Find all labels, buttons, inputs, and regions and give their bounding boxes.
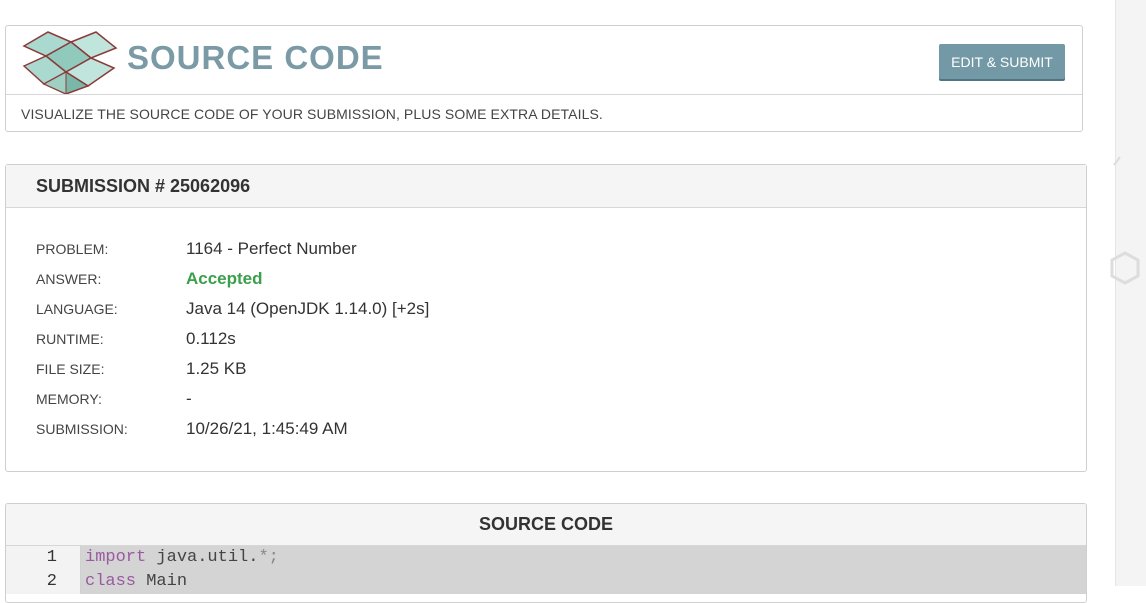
detail-row-language: LANGUAGE: Java 14 (OpenJDK 1.14.0) [+2s] bbox=[6, 297, 1086, 327]
source-code-title: SOURCE CODE bbox=[478, 514, 613, 534]
line-content: import java.util.*; bbox=[81, 546, 1086, 570]
code-line: 2 class Main bbox=[6, 570, 1086, 594]
problem-value: 1164 - Perfect Number bbox=[186, 239, 357, 258]
header-panel: SOURCE CODE EDIT & SUBMIT VISUALIZE THE … bbox=[5, 25, 1083, 132]
code-line: 1 import java.util.*; bbox=[6, 546, 1086, 570]
submission-date-label: SUBMISSION: bbox=[36, 421, 128, 437]
submission-panel: SUBMISSION # 25062096 PROBLEM: 1164 - Pe… bbox=[5, 164, 1087, 472]
submission-header: SUBMISSION # 25062096 bbox=[6, 165, 1086, 208]
line-content: class Main bbox=[81, 570, 1086, 594]
answer-label: ANSWER: bbox=[36, 271, 102, 287]
edit-and-submit-button[interactable]: EDIT & SUBMIT bbox=[939, 44, 1065, 79]
hexagon-icon bbox=[1110, 251, 1140, 285]
runtime-value: 0.112s bbox=[186, 329, 236, 348]
submission-date-value: 10/26/21, 1:45:49 AM bbox=[186, 419, 348, 438]
code-punctuation: *; bbox=[258, 548, 279, 567]
submission-title: SUBMISSION # 25062096 bbox=[36, 176, 251, 196]
answer-status-badge: Accepted bbox=[186, 269, 263, 288]
detail-row-problem: PROBLEM: 1164 - Perfect Number bbox=[6, 237, 1086, 267]
file-size-label: FILE SIZE: bbox=[36, 361, 105, 377]
problem-label: PROBLEM: bbox=[36, 241, 109, 257]
box-icon bbox=[22, 31, 118, 94]
line-number: 2 bbox=[6, 570, 81, 594]
language-label: LANGUAGE: bbox=[36, 301, 118, 317]
page-title: SOURCE CODE bbox=[127, 39, 384, 76]
code-text: java.util. bbox=[146, 548, 259, 567]
runtime-label: RUNTIME: bbox=[36, 331, 104, 347]
memory-label: MEMORY: bbox=[36, 391, 102, 407]
detail-row-answer: ANSWER: Accepted bbox=[6, 267, 1086, 297]
gutter-tick-icon bbox=[1113, 156, 1121, 166]
line-number: 1 bbox=[6, 546, 81, 570]
detail-row-memory: MEMORY: - bbox=[6, 387, 1086, 417]
detail-row-runtime: RUNTIME: 0.112s bbox=[6, 327, 1086, 357]
page-description: VISUALIZE THE SOURCE CODE OF YOUR SUBMIS… bbox=[21, 106, 603, 122]
detail-row-file-size: FILE SIZE: 1.25 KB bbox=[6, 357, 1086, 387]
source-code-header: SOURCE CODE bbox=[6, 504, 1086, 546]
memory-value: - bbox=[186, 389, 192, 408]
code-text: Main bbox=[136, 572, 188, 591]
code-keyword: import bbox=[85, 548, 147, 567]
file-size-value: 1.25 KB bbox=[186, 359, 247, 378]
header-top: SOURCE CODE EDIT & SUBMIT bbox=[6, 26, 1082, 95]
language-value: Java 14 (OpenJDK 1.14.0) [+2s] bbox=[186, 299, 430, 318]
page-side-gutter bbox=[1115, 0, 1146, 586]
code-keyword: class bbox=[85, 572, 137, 591]
code-viewer[interactable]: 1 import java.util.*; 2 class Main bbox=[6, 546, 1086, 602]
detail-row-submission: SUBMISSION: 10/26/21, 1:45:49 AM bbox=[6, 417, 1086, 447]
source-code-panel: SOURCE CODE 1 import java.util.*; 2 clas… bbox=[5, 503, 1087, 603]
